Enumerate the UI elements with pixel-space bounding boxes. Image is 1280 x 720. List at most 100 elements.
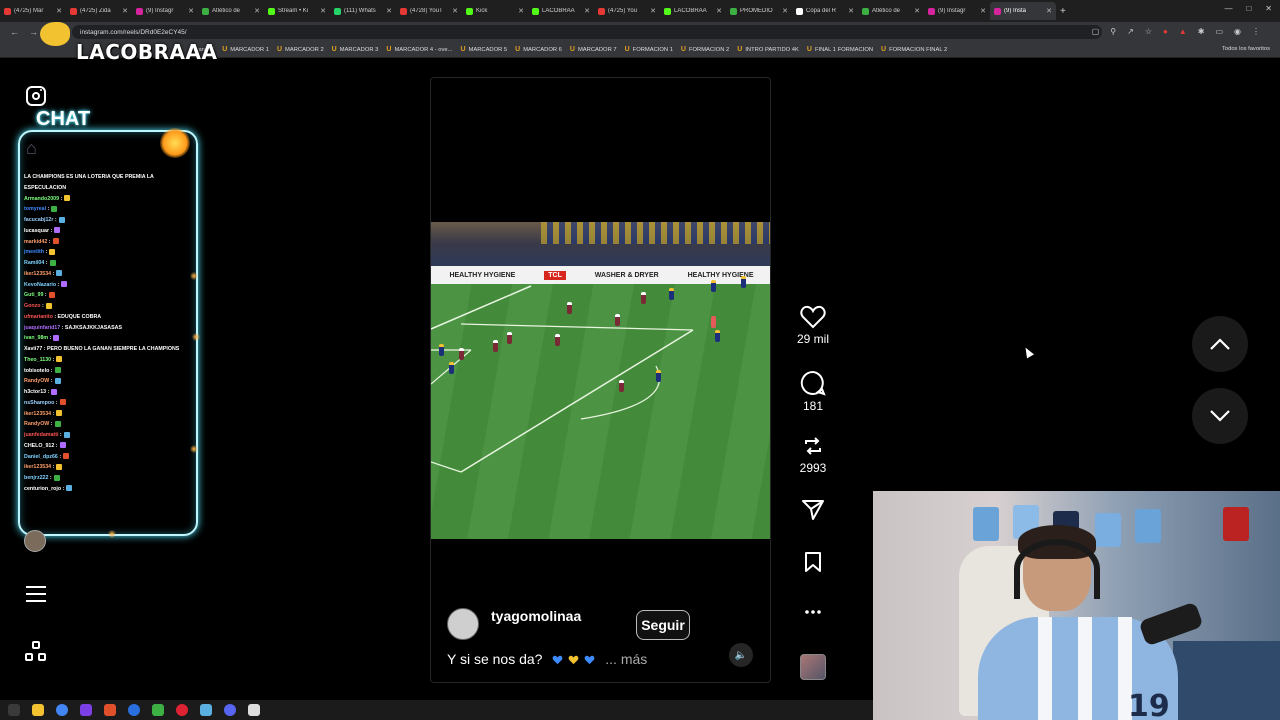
sidebar-icon[interactable]: ▭ (1215, 27, 1223, 36)
like-action[interactable]: 29 mil (790, 305, 836, 346)
tab-close-icon[interactable]: ✕ (452, 7, 458, 15)
bookmark-item[interactable]: U MARCADOR 5 (460, 46, 507, 53)
browser-tab[interactable]: LACOBRAA ✕ (528, 2, 594, 20)
tab-close-icon[interactable]: ✕ (848, 7, 854, 15)
more-options-action[interactable] (790, 604, 836, 620)
browser-tab[interactable]: (111) Whats ✕ (330, 2, 396, 20)
browser-tab[interactable]: PROMEDIO ✕ (726, 2, 792, 20)
comment-action[interactable]: 181 (790, 370, 836, 413)
chat-username[interactable]: tobisotelo (24, 368, 49, 374)
record-icon[interactable] (176, 704, 188, 716)
chat-username[interactable]: facucabj12r (24, 217, 53, 223)
audio-thumbnail[interactable] (800, 654, 826, 680)
chat-username[interactable]: tomyreal (24, 206, 46, 212)
browser-tab[interactable]: (4728) YouT ✕ (396, 2, 462, 20)
bookmark-item[interactable]: U FORMACION 2 (681, 46, 729, 53)
extension-orange-icon[interactable]: ▲ (1179, 27, 1187, 36)
browser-tab[interactable]: Copa del R ✕ (792, 2, 858, 20)
tab-close-icon[interactable]: ✕ (650, 7, 656, 15)
bookmark-item[interactable]: U MARCADOR 2 (277, 46, 324, 53)
chat-username[interactable]: iker123534 (24, 271, 51, 277)
chat-username[interactable]: Theo_1130 (24, 357, 51, 363)
tab-close-icon[interactable]: ✕ (320, 7, 326, 15)
chat-username[interactable]: Armando2009 (24, 196, 59, 202)
browser-tab[interactable]: (4725) You ✕ (594, 2, 660, 20)
chat-username[interactable]: juanfedamatti (24, 432, 58, 438)
chat-username[interactable]: markid42 (24, 239, 47, 245)
tab-close-icon[interactable]: ✕ (254, 7, 260, 15)
discord-icon[interactable] (224, 704, 236, 716)
reel-container[interactable]: HEALTHY HYGIENE TCL WASHER & DRYER HEALTHY … (430, 77, 771, 683)
chat-username[interactable]: ufmarianito (24, 314, 53, 320)
share-icon[interactable]: ↗ (1127, 27, 1134, 36)
all-bookmarks[interactable]: Todos los favoritos (1222, 46, 1270, 52)
menu-icon[interactable] (26, 586, 46, 604)
tab-close-icon[interactable]: ✕ (1046, 7, 1052, 15)
author-avatar[interactable] (447, 608, 479, 640)
start-icon[interactable] (8, 704, 20, 716)
chat-username[interactable]: Xavii77 (24, 346, 42, 352)
install-icon[interactable]: ▢ (1092, 27, 1100, 36)
chat-username[interactable]: KevoNazario (24, 282, 56, 288)
chat-username[interactable]: Gonzo (24, 303, 40, 309)
mute-button[interactable]: 🔈 (729, 643, 753, 667)
chat-username[interactable]: iker123534 (24, 464, 51, 470)
chrome-icon[interactable] (56, 704, 68, 716)
more-link[interactable]: ... más (605, 651, 647, 667)
browser-tab[interactable]: (9) Instagr ✕ (924, 2, 990, 20)
previous-reel-button[interactable] (1192, 316, 1248, 372)
author-username[interactable]: tyagomolinaa (491, 608, 581, 624)
reel-video[interactable]: HEALTHY HYGIENE TCL WASHER & DRYER HEALTHY … (431, 222, 770, 539)
tab-close-icon[interactable]: ✕ (386, 7, 392, 15)
follow-button[interactable]: Seguir (636, 610, 690, 640)
app-icon[interactable] (104, 704, 116, 716)
tab-close-icon[interactable]: ✕ (56, 7, 62, 15)
chat-username[interactable]: lucasquar (24, 228, 49, 234)
tab-close-icon[interactable]: ✕ (782, 7, 788, 15)
chat-username[interactable]: centurion_rojo (24, 486, 61, 492)
browser-tab[interactable]: (4725) Zida ✕ (66, 2, 132, 20)
reel-author[interactable]: tyagomolinaa (447, 608, 581, 640)
repost-action[interactable]: 2993 (790, 434, 836, 475)
bookmark-item[interactable]: U MARCADOR 7 (570, 46, 617, 53)
avatar[interactable] (24, 530, 46, 552)
bookmark-item[interactable]: U FORMACION FINAL 2 (881, 46, 947, 53)
browser-tab[interactable]: Stream • Ki ✕ (264, 2, 330, 20)
close-window-icon[interactable]: ✕ (1265, 4, 1272, 13)
chat-username[interactable]: benjrz222 (24, 475, 48, 481)
app-icon[interactable] (152, 704, 164, 716)
bookmark-item[interactable]: U MARCADOR 4 - ove... (386, 46, 452, 53)
browser-tab[interactable]: LACOBRAA ✕ (660, 2, 726, 20)
extensions-icon[interactable]: ✱ (1198, 27, 1205, 36)
chat-username[interactable]: juaquinfarid17 (24, 325, 60, 331)
bookmark-item[interactable]: U FINAL 1 FORMACION (807, 46, 873, 53)
chat-username[interactable]: Ramil04 (24, 260, 44, 266)
chat-username[interactable]: Daniel_dpz66 (24, 454, 58, 460)
chat-username[interactable]: jmeelith (24, 249, 44, 255)
url-input[interactable]: instagram.com/reels/DRd0E2eCY45/ (72, 25, 1102, 39)
browser-tab[interactable]: Atlético de ✕ (858, 2, 924, 20)
tab-close-icon[interactable]: ✕ (914, 7, 920, 15)
browser-tab[interactable]: Atlético de ✕ (198, 2, 264, 20)
app-icon[interactable] (128, 704, 140, 716)
back-icon[interactable]: ← (10, 27, 19, 37)
bookmark-item[interactable]: U FORMACION 1 (625, 46, 673, 53)
extension-red-icon[interactable]: ● (1163, 27, 1168, 36)
tab-close-icon[interactable]: ✕ (980, 7, 986, 15)
bookmark-item[interactable]: U MARCADOR 1 (222, 46, 269, 53)
chat-username[interactable]: RandyOW (24, 421, 49, 427)
bookmark-item[interactable]: U MARCADOR 6 (515, 46, 562, 53)
new-tab-icon[interactable]: + (1060, 6, 1066, 17)
next-reel-button[interactable] (1192, 388, 1248, 444)
share-action[interactable] (790, 499, 836, 521)
chat-username[interactable]: nsShampoo (24, 400, 54, 406)
zoom-icon[interactable]: ⚲ (1110, 27, 1116, 36)
save-action[interactable] (790, 551, 836, 573)
chat-username[interactable]: Guti_99 (24, 292, 43, 298)
bookmark-item[interactable]: U INTRO PARTIDO 4K (737, 46, 799, 53)
app-icon[interactable] (80, 704, 92, 716)
tab-close-icon[interactable]: ✕ (122, 7, 128, 15)
menu-dots-icon[interactable]: ⋮ (1252, 27, 1260, 36)
minimize-icon[interactable]: — (1224, 4, 1232, 13)
bookmark-star-icon[interactable]: ☆ (1145, 27, 1152, 36)
